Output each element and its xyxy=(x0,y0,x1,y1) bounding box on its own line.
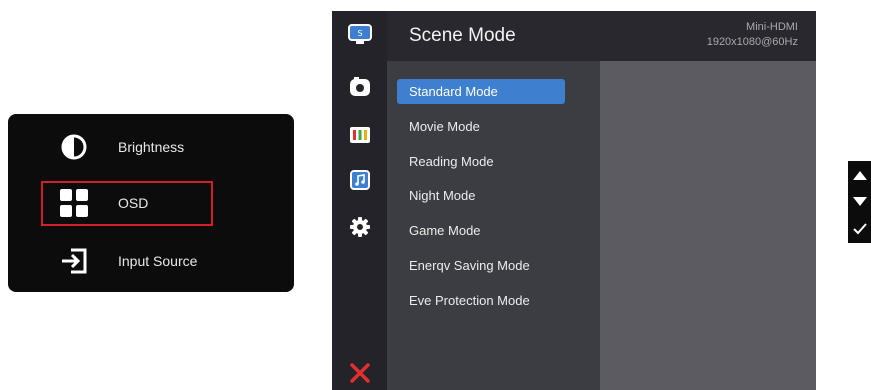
check-icon[interactable] xyxy=(848,217,871,241)
osd-selection-highlight xyxy=(41,181,213,226)
audio-icon[interactable] xyxy=(348,168,372,192)
mode-item-standard[interactable]: Standard Mode xyxy=(397,79,565,104)
mode-item-movie[interactable]: Movie Mode xyxy=(397,114,565,139)
mode-item-game[interactable]: Game Mode xyxy=(397,218,565,243)
mode-item-reading[interactable]: Reading Mode xyxy=(397,149,565,174)
key-hints xyxy=(848,161,871,243)
quick-menu-item-brightness[interactable]: Brightness xyxy=(0,122,286,172)
brightness-icon xyxy=(56,129,92,165)
signal-info: Mini-HDMI 1920x1080@60Hz xyxy=(707,20,798,50)
scene-mode-icon[interactable]: S xyxy=(348,23,372,47)
exit-icon[interactable] xyxy=(348,361,372,385)
osd-main-menu: S Scene Mode Mini-HDMI 1920x1080@60Hz St… xyxy=(332,11,816,390)
settings-icon[interactable] xyxy=(348,215,372,239)
svg-text:S: S xyxy=(357,29,362,38)
input-source-icon xyxy=(56,243,92,279)
quick-menu-item-input-source[interactable]: Input Source xyxy=(0,236,286,286)
down-arrow-icon[interactable] xyxy=(848,190,871,214)
quick-menu-label-input-source: Input Source xyxy=(118,253,198,269)
osd-sidebar: S xyxy=(332,11,387,390)
mode-item-energy-saving[interactable]: Enerqv Saving Mode xyxy=(397,253,565,278)
resolution-readout: 1920x1080@60Hz xyxy=(706,36,798,48)
quick-menu-label-brightness: Brightness xyxy=(118,139,185,155)
color-icon[interactable] xyxy=(348,123,372,147)
mode-detail-panel xyxy=(600,61,816,390)
input-name: Mini-HDMI xyxy=(746,21,798,33)
mode-item-eye-protection[interactable]: Eve Protection Mode xyxy=(397,288,565,313)
mode-list-panel: Standard Mode Movie Mode Reading Mode Ni… xyxy=(387,61,600,390)
mode-item-night[interactable]: Night Mode xyxy=(397,183,565,208)
up-arrow-icon[interactable] xyxy=(848,163,871,187)
osd-header: Scene Mode Mini-HDMI 1920x1080@60Hz xyxy=(387,11,816,61)
page-title: Scene Mode xyxy=(409,25,516,46)
picture-icon[interactable] xyxy=(348,75,372,99)
